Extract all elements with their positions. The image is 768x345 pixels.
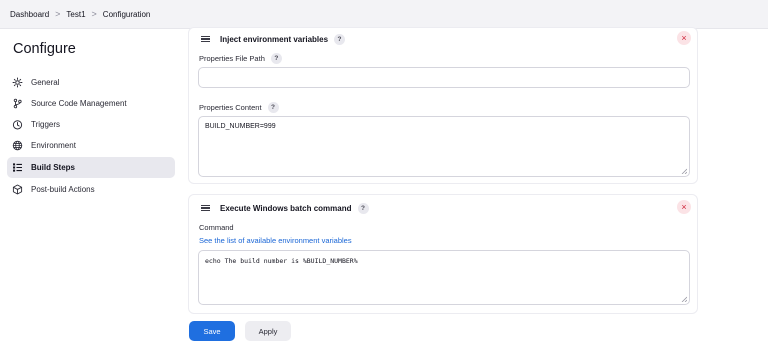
properties-content-label: Properties Content ? xyxy=(199,102,279,113)
breadcrumb-dashboard[interactable]: Dashboard xyxy=(10,10,49,19)
properties-content-label-text: Properties Content xyxy=(199,103,262,112)
sidebar-item-label: Environment xyxy=(31,141,76,150)
sidebar-item-triggers[interactable]: Triggers xyxy=(7,114,175,135)
properties-file-input[interactable] xyxy=(198,67,690,88)
properties-file-label: Properties File Path ? xyxy=(199,53,282,64)
gear-icon xyxy=(11,77,23,89)
globe-icon xyxy=(11,140,23,152)
page-title: Configure xyxy=(13,41,76,57)
drag-handle-icon[interactable] xyxy=(201,204,210,212)
close-icon[interactable]: × xyxy=(677,31,691,45)
batch-command-step: Execute Windows batch command ? × Comman… xyxy=(188,194,698,314)
sidebar-item-label: General xyxy=(31,78,60,87)
inject-env-header: Inject environment variables ? xyxy=(201,33,346,45)
help-icon[interactable]: ? xyxy=(270,53,282,64)
clock-icon xyxy=(11,119,23,131)
breadcrumb-test1[interactable]: Test1 xyxy=(66,10,85,19)
sidebar-item-environment[interactable]: Environment xyxy=(7,135,175,156)
sidebar-item-post-build-actions[interactable]: Post-build Actions xyxy=(7,179,175,200)
breadcrumb-configuration[interactable]: Configuration xyxy=(103,10,151,19)
breadcrumb-separator: > xyxy=(91,9,97,19)
help-icon[interactable]: ? xyxy=(357,202,369,214)
properties-content-textarea[interactable]: BUILD_NUMBER=999 xyxy=(198,116,690,177)
breadcrumb-separator: > xyxy=(55,9,61,19)
sidebar-item-label: Source Code Management xyxy=(31,99,127,108)
breadcrumb: Dashboard > Test1 > Configuration xyxy=(0,0,768,29)
sidebar: Configure General Source Code Management… xyxy=(0,29,180,345)
inject-env-title: Inject environment variables xyxy=(220,34,329,44)
close-icon[interactable]: × xyxy=(677,200,691,214)
drag-handle-icon[interactable] xyxy=(201,35,210,43)
command-textarea[interactable]: echo The build number is %BUILD_NUMBER% xyxy=(198,250,690,305)
sidebar-item-label: Build Steps xyxy=(31,163,76,172)
properties-file-label-text: Properties File Path xyxy=(199,54,265,63)
sidebar-item-build-steps[interactable]: Build Steps xyxy=(7,157,175,178)
branch-icon xyxy=(11,98,23,110)
env-variables-link[interactable]: See the list of available environment va… xyxy=(199,236,352,245)
sidebar-item-label: Triggers xyxy=(31,120,61,129)
help-icon[interactable]: ? xyxy=(267,102,279,113)
command-label-text: Command xyxy=(199,223,234,232)
list-icon xyxy=(11,162,23,174)
sidebar-item-source-code-management[interactable]: Source Code Management xyxy=(7,93,175,114)
batch-command-header: Execute Windows batch command ? xyxy=(201,202,369,214)
properties-content-value: BUILD_NUMBER=999 xyxy=(205,123,276,130)
package-icon xyxy=(11,184,23,196)
inject-env-step: Inject environment variables ? × Propert… xyxy=(188,27,698,184)
sidebar-item-general[interactable]: General xyxy=(7,72,175,93)
resize-handle-icon[interactable] xyxy=(681,168,687,174)
batch-command-title: Execute Windows batch command xyxy=(220,203,352,213)
resize-handle-icon[interactable] xyxy=(681,296,687,302)
save-button[interactable]: Save xyxy=(189,321,235,341)
sidebar-item-label: Post-build Actions xyxy=(31,185,95,194)
command-label: Command xyxy=(199,223,234,232)
apply-button[interactable]: Apply xyxy=(245,321,291,341)
command-value: echo The build number is %BUILD_NUMBER% xyxy=(205,257,358,265)
help-icon[interactable]: ? xyxy=(334,33,346,45)
